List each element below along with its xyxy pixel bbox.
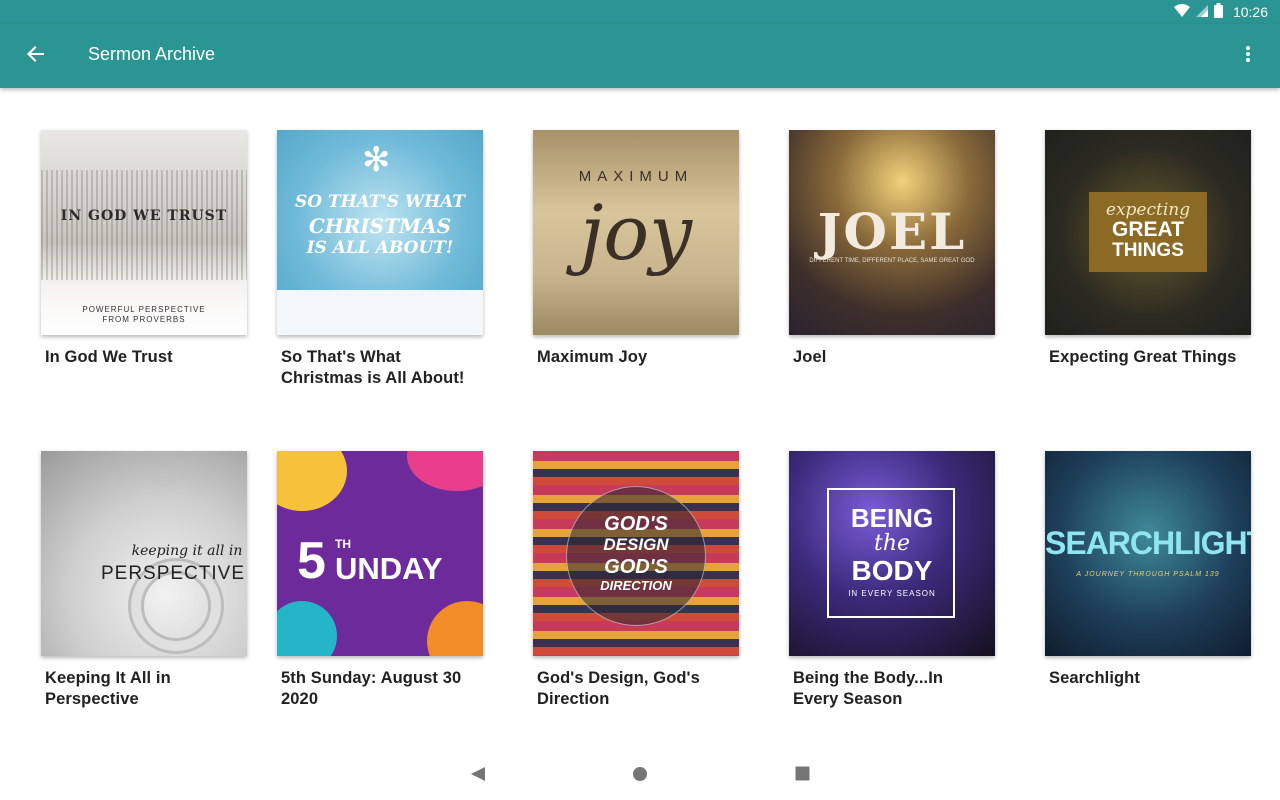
sermon-card[interactable]: SEARCHLIGHT A JOURNEY THROUGH PSALM 139 … [1045, 451, 1251, 689]
sermon-card[interactable]: BEING the BODY IN EVERY SEASON Being the… [789, 451, 995, 710]
sermon-thumbnail: MAXIMUM joy [533, 130, 739, 335]
sermon-thumbnail: IN GOD WE TRUST POWERFUL PERSPECTIVE FRO… [41, 130, 247, 335]
sermon-card[interactable]: MAXIMUM joy Maximum Joy [533, 130, 739, 368]
sermon-card[interactable]: ✻ SO THAT'S WHAT CHRISTMAS IS ALL ABOUT!… [277, 130, 483, 389]
art-headline: keeping it all in [131, 543, 243, 559]
sermon-card[interactable]: expecting GREAT THINGS Expecting Great T… [1045, 130, 1251, 368]
art-headline: IS ALL ABOUT! [306, 238, 454, 258]
more-vert-icon [1246, 45, 1250, 67]
paint-splash [277, 601, 337, 656]
paint-splash [277, 451, 347, 511]
sermon-title: Being the Body...In Every Season [793, 669, 944, 708]
sermon-title: Searchlight [1049, 669, 1140, 687]
sermon-title: Keeping It All in Perspective [45, 669, 171, 708]
art-subtitle: POWERFUL PERSPECTIVE [82, 305, 206, 314]
sermon-thumbnail: 5 TH UNDAY [277, 451, 483, 656]
paint-splash [407, 451, 483, 491]
art-headline: THINGS [1112, 240, 1184, 261]
art-headline: 5 [297, 532, 326, 590]
sermon-card[interactable]: IN GOD WE TRUST POWERFUL PERSPECTIVE FRO… [41, 130, 247, 368]
currency-engraving-texture [41, 170, 247, 280]
circle-home-icon [632, 766, 648, 787]
sermon-card[interactable]: JOEL DIFFERENT TIME, DIFFERENT PLACE, SA… [789, 130, 995, 368]
status-bar: 10:26 [0, 0, 1280, 24]
status-time: 10:26 [1232, 4, 1268, 20]
snowflake-icon: ✻ [362, 141, 391, 179]
art-headline: JOEL [817, 202, 967, 261]
art-subtitle: DIFFERENT TIME, DIFFERENT PLACE, SAME GR… [809, 258, 975, 264]
sermon-title: Maximum Joy [537, 348, 648, 366]
art-headline: BODY [851, 555, 933, 586]
art-headline: MAXIMUM [578, 168, 694, 185]
overflow-menu-button[interactable] [1234, 40, 1262, 72]
sermon-thumbnail: keeping it all in PERSPECTIVE [41, 451, 247, 656]
art-headline: GREAT [1112, 218, 1184, 241]
app-bar: Sermon Archive [0, 24, 1280, 88]
art-headline: TH [335, 537, 351, 551]
art-subtitle: FROM PROVERBS [102, 315, 186, 324]
sermon-thumbnail: SEARCHLIGHT A JOURNEY THROUGH PSALM 139 [1045, 451, 1251, 656]
cell-signal-icon [1195, 4, 1208, 20]
art-headline: SO THAT'S WHAT [294, 192, 466, 212]
snowy-village-ground [277, 290, 483, 335]
art-headline: UNDAY [335, 551, 443, 586]
art-headline: SEARCHLIGHT [1045, 525, 1251, 561]
art-headline: BEING [850, 503, 934, 533]
art-headline: DIRECTION [600, 578, 672, 593]
sermon-thumbnail: expecting GREAT THINGS [1045, 130, 1251, 335]
paint-splash [427, 601, 483, 656]
sermon-card[interactable]: GOD'S DESIGN GOD'S DIRECTION God's Desig… [533, 451, 739, 710]
art-subtitle: A JOURNEY THROUGH PSALM 139 [1076, 571, 1220, 578]
art-headline: DESIGN [603, 535, 669, 554]
system-navigation-bar [0, 752, 1280, 800]
art-headline: GOD'S [604, 556, 668, 578]
art-headline: CHRISTMAS [308, 214, 452, 238]
sermon-title: Joel [793, 348, 827, 366]
sermon-thumbnail: JOEL DIFFERENT TIME, DIFFERENT PLACE, SA… [789, 130, 995, 335]
nav-recents-button[interactable] [790, 764, 814, 788]
sermon-title: 5th Sunday: August 30 2020 [281, 669, 462, 708]
art-headline: GOD'S [604, 513, 668, 535]
sermon-thumbnail: ✻ SO THAT'S WHAT CHRISTMAS IS ALL ABOUT! [277, 130, 483, 335]
sermon-title: In God We Trust [45, 348, 173, 366]
art-headline: IN GOD WE TRUST [60, 208, 228, 224]
nav-home-button[interactable] [628, 764, 652, 788]
sermon-thumbnail: GOD'S DESIGN GOD'S DIRECTION [533, 451, 739, 656]
art-headline: the [873, 531, 911, 556]
square-recents-icon [795, 766, 810, 786]
back-button[interactable] [20, 40, 52, 72]
page-title: Sermon Archive [88, 44, 216, 64]
sermon-card[interactable]: keeping it all in PERSPECTIVE Keeping It… [41, 451, 247, 710]
nav-back-button[interactable] [466, 764, 490, 788]
triangle-back-icon [470, 766, 486, 787]
battery-icon [1213, 3, 1223, 21]
wifi-icon [1173, 3, 1190, 21]
art-headline: expecting [1105, 200, 1191, 220]
sermon-title: God's Design, God's Direction [537, 669, 700, 708]
arrow-back-icon [27, 45, 45, 68]
status-icons: 10:26 [1173, 3, 1268, 21]
art-headline: PERSPECTIVE [100, 563, 246, 584]
sermon-card[interactable]: 5 TH UNDAY 5th Sunday: August 30 2020 [277, 451, 483, 710]
art-subtitle: IN EVERY SEASON [848, 589, 936, 598]
sermon-title: So That's What Christmas is All About! [281, 348, 465, 387]
sermon-thumbnail: BEING the BODY IN EVERY SEASON [789, 451, 995, 656]
art-headline: joy [579, 188, 693, 277]
sermon-title: Expecting Great Things [1049, 348, 1237, 366]
